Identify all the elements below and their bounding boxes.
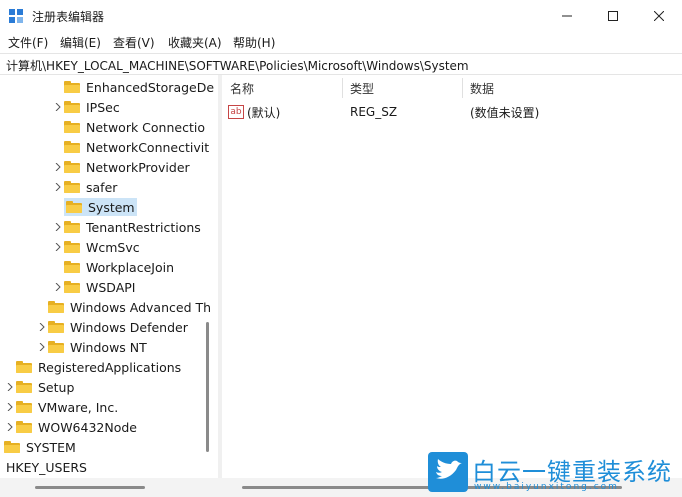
tree-item[interactable]: NetworkProvider: [52, 157, 190, 177]
tree-item[interactable]: Setup: [4, 377, 74, 397]
chevron-right-icon[interactable]: [52, 217, 64, 237]
window-title: 注册表编辑器: [32, 10, 105, 24]
tree-item[interactable]: TenantRestrictions: [52, 217, 201, 237]
tree-item[interactable]: WcmSvc: [52, 237, 140, 257]
tree-item[interactable]: NetworkConnectivit: [52, 137, 209, 157]
folder-icon: [64, 141, 80, 153]
folder-icon: [64, 161, 80, 173]
menu-help[interactable]: 帮助(H): [233, 34, 275, 51]
column-header-name[interactable]: 名称: [230, 75, 254, 101]
tree-item[interactable]: Windows Defender: [36, 317, 188, 337]
tree-item[interactable]: IPSec: [52, 97, 120, 117]
watermark-logo: 白云一键重装系统 www.baiyunxitong.com: [428, 452, 682, 497]
folder-icon: [64, 101, 80, 113]
close-button[interactable]: [636, 0, 682, 32]
folder-icon: [64, 121, 80, 133]
folder-icon: [16, 361, 32, 373]
tree-item[interactable]: VMware, Inc.: [4, 397, 118, 417]
tree-vertical-scrollbar[interactable]: [206, 322, 209, 452]
maximize-button[interactable]: [590, 0, 636, 32]
chevron-right-icon[interactable]: [36, 337, 48, 357]
chevron-right-icon[interactable]: [4, 377, 16, 397]
minimize-icon: [562, 15, 572, 17]
folder-icon: [64, 281, 80, 293]
tree-item[interactable]: Windows Advanced Th: [36, 297, 211, 317]
menu-edit[interactable]: 编辑(E): [60, 34, 101, 51]
column-header-data[interactable]: 数据: [470, 75, 494, 101]
chevron-right-icon[interactable]: [52, 157, 64, 177]
folder-icon: [64, 241, 80, 253]
folder-icon: [48, 321, 64, 333]
watermark-url: www.baiyunxitong.com: [474, 482, 619, 492]
chevron-right-icon[interactable]: [4, 397, 16, 417]
tree-item[interactable]: WorkplaceJoin: [52, 257, 174, 277]
value-row-name[interactable]: ab (默认): [228, 103, 280, 121]
tree-item[interactable]: Windows NT: [36, 337, 147, 357]
chevron-right-icon[interactable]: [52, 97, 64, 117]
address-path[interactable]: 计算机\HKEY_LOCAL_MACHINE\SOFTWARE\Policies…: [6, 57, 469, 74]
folder-icon: [16, 401, 32, 413]
key-tree[interactable]: EnhancedStorageDe IPSec Network Connecti…: [0, 75, 215, 478]
minimize-button[interactable]: [544, 0, 590, 32]
folder-icon: [64, 81, 80, 93]
menu-bar: 文件(F) 编辑(E) 查看(V) 收藏夹(A) 帮助(H): [0, 32, 682, 52]
folder-icon: [16, 381, 32, 393]
folder-icon: [48, 301, 64, 313]
column-divider[interactable]: [462, 78, 463, 98]
regedit-icon: [9, 9, 23, 23]
value-row-type: REG_SZ: [350, 105, 398, 119]
menu-view[interactable]: 查看(V): [113, 34, 155, 51]
values-list[interactable]: 名称 类型 数据 ab (默认) REG_SZ (数值未设置): [222, 75, 682, 478]
folder-icon: [64, 221, 80, 233]
title-bar: 注册表编辑器: [0, 0, 682, 32]
string-value-icon: ab: [228, 105, 244, 119]
chevron-right-icon[interactable]: [52, 177, 64, 197]
tree-horizontal-scrollbar[interactable]: [35, 486, 145, 489]
folder-icon: [48, 341, 64, 353]
tree-item[interactable]: HKEY_USERS: [6, 457, 87, 477]
menu-file[interactable]: 文件(F): [8, 34, 48, 51]
chevron-right-icon[interactable]: [52, 237, 64, 257]
chevron-right-icon[interactable]: [36, 317, 48, 337]
folder-icon: [64, 261, 80, 273]
maximize-icon: [608, 11, 618, 21]
bird-logo-icon: [428, 452, 468, 492]
column-header-type[interactable]: 类型: [350, 75, 374, 101]
chevron-right-icon[interactable]: [4, 417, 16, 437]
tree-item[interactable]: SYSTEM: [0, 437, 76, 457]
folder-icon: [4, 441, 20, 453]
close-icon: [654, 11, 664, 21]
folder-icon: [64, 181, 80, 193]
chevron-right-icon[interactable]: [52, 277, 64, 297]
menu-favorites[interactable]: 收藏夹(A): [168, 34, 222, 51]
column-divider[interactable]: [342, 78, 343, 98]
address-bar[interactable]: 计算机\HKEY_LOCAL_MACHINE\SOFTWARE\Policies…: [0, 53, 682, 75]
tree-item[interactable]: WSDAPI: [52, 277, 135, 297]
tree-item[interactable]: safer: [52, 177, 117, 197]
tree-item[interactable]: Network Connectio: [52, 117, 205, 137]
tree-item[interactable]: RegisteredApplications: [4, 357, 181, 377]
folder-icon: [16, 421, 32, 433]
tree-item-selected[interactable]: System: [52, 197, 137, 217]
folder-icon: [66, 201, 82, 213]
tree-item[interactable]: WOW6432Node: [4, 417, 137, 437]
tree-item[interactable]: EnhancedStorageDe: [52, 77, 214, 97]
value-row-data: (数值未设置): [470, 105, 540, 120]
